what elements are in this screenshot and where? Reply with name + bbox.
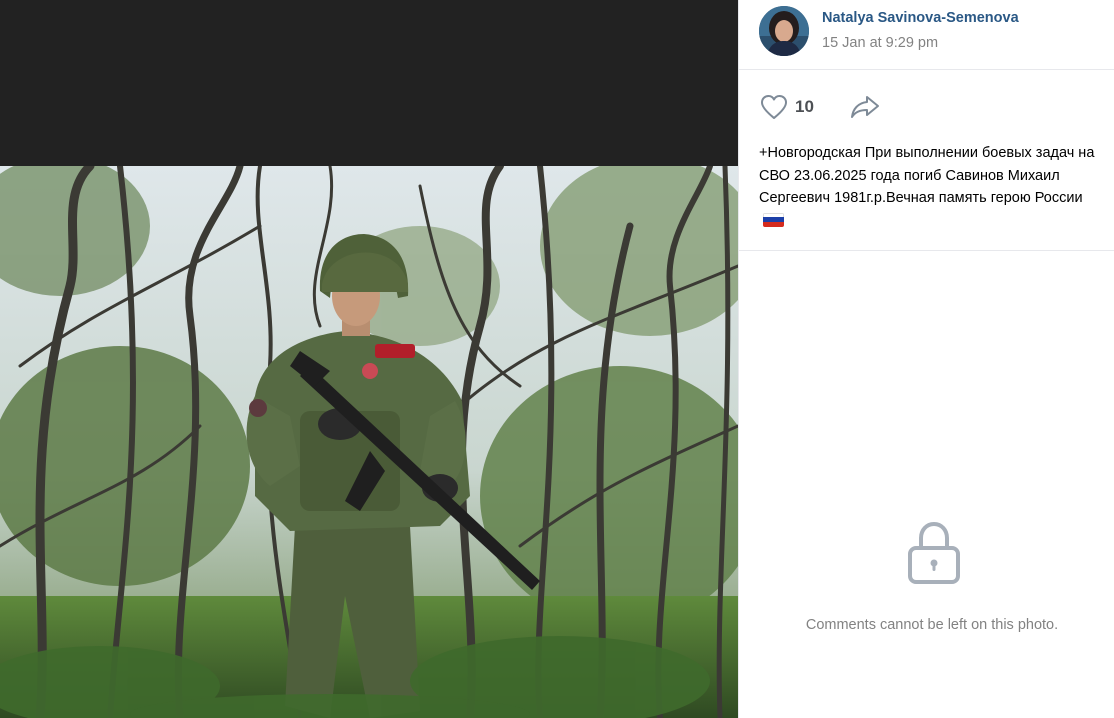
like-button[interactable]: 10 <box>759 93 829 121</box>
caption-text: +Новгородская При выполнении боевых зада… <box>759 145 1095 206</box>
avatar-photo <box>759 6 809 56</box>
caption-divider <box>739 250 1114 251</box>
like-count: 10 <box>795 97 814 116</box>
lock-icon <box>908 521 960 584</box>
share-arrow-icon <box>851 96 879 118</box>
comments-locked-area: Comments cannot be left on this photo. <box>739 520 1114 640</box>
author-header: Natalya Savinova-Semenova 15 Jan at 9:29… <box>739 0 1114 70</box>
post-side-panel: Natalya Savinova-Semenova 15 Jan at 9:29… <box>738 0 1114 718</box>
photo-image <box>0 166 738 718</box>
comments-locked-message: Comments cannot be left on this photo. <box>805 617 1059 633</box>
post-actions: 10 <box>739 70 1114 142</box>
heart-icon <box>761 95 787 119</box>
post-caption: +Новгородская При выполнении боевых зада… <box>759 142 1099 232</box>
post-photo[interactable] <box>0 166 738 718</box>
photo-viewer <box>0 0 738 718</box>
russia-flag-icon <box>763 212 784 227</box>
author-name-link[interactable]: Natalya Savinova-Semenova <box>822 10 1019 26</box>
post-date[interactable]: 15 Jan at 9:29 pm <box>822 35 938 51</box>
avatar[interactable] <box>759 6 809 56</box>
share-button[interactable] <box>849 94 881 120</box>
